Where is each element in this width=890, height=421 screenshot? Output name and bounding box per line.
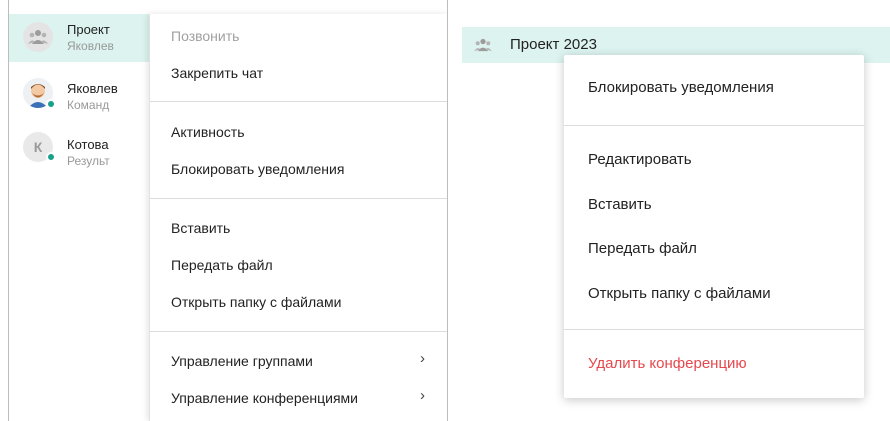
menu-item-paste[interactable]: Вставить [588, 196, 652, 213]
menu-item-pin-chat[interactable]: Закрепить чат [171, 65, 263, 81]
group-icon [28, 30, 48, 44]
menu-item-activity[interactable]: Активность [171, 124, 245, 140]
chat-name: Яковлев [67, 81, 118, 96]
menu-item-manage-conferences[interactable]: Управление конференциями [171, 390, 358, 406]
menu-item-open-files-folder[interactable]: Открыть папку с файлами [171, 294, 341, 310]
menu-item-open-files-folder[interactable]: Открыть папку с файлами [588, 285, 771, 302]
chat-context-menu: Позвонить Закрепить чат Активность Блоки… [149, 14, 447, 421]
menu-item-delete-conference[interactable]: Удалить конференцию [588, 355, 747, 372]
chat-list-panel: Проект Яковлев Яковлев Команд К Котова Р… [8, 0, 448, 421]
menu-divider [564, 329, 864, 330]
group-icon [474, 38, 492, 52]
menu-divider [564, 125, 864, 126]
chat-subtitle: Результ [67, 154, 110, 168]
menu-item-manage-groups[interactable]: Управление группами [171, 353, 313, 369]
chevron-right-icon: › [420, 350, 425, 367]
menu-item-call[interactable]: Позвонить [171, 28, 239, 44]
chat-subtitle: Яковлев [67, 39, 114, 53]
menu-divider [150, 198, 447, 199]
menu-divider [150, 331, 447, 332]
conference-context-menu: Блокировать уведомления Редактировать Вс… [564, 55, 864, 398]
menu-item-edit[interactable]: Редактировать [588, 151, 692, 168]
chat-name: Проект [67, 22, 110, 37]
chevron-right-icon: › [420, 387, 425, 404]
online-status-dot [46, 152, 56, 162]
menu-item-block-notifications[interactable]: Блокировать уведомления [588, 79, 774, 96]
menu-item-block-notifications[interactable]: Блокировать уведомления [171, 161, 344, 177]
menu-item-send-file[interactable]: Передать файл [588, 240, 697, 257]
menu-item-send-file[interactable]: Передать файл [171, 257, 273, 273]
chat-name: Котова [67, 137, 109, 152]
menu-item-paste[interactable]: Вставить [171, 220, 230, 236]
online-status-dot [46, 99, 56, 109]
chat-subtitle: Команд [67, 98, 110, 112]
conference-panel: Проект 2023 Блокировать уведомления Реда… [455, 0, 890, 421]
conference-title: Проект 2023 [510, 36, 597, 53]
group-avatar [23, 22, 53, 52]
menu-divider [150, 101, 447, 102]
